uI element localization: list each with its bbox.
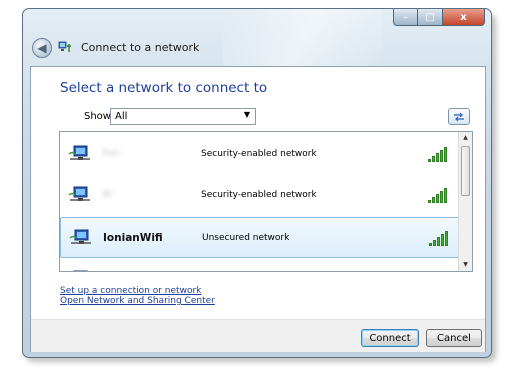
scroll-up-arrow-icon[interactable]: ▲ xyxy=(459,132,472,144)
signal-strength-icon xyxy=(428,147,447,162)
glass-highlight xyxy=(223,9,383,69)
network-sharing-center-link[interactable]: Open Network and Sharing Center xyxy=(60,296,215,306)
network-list: Pan Security-enabled network W Security-… xyxy=(59,131,473,272)
network-security: Security-enabled network xyxy=(201,190,317,200)
dialog-content: Select a network to connect to Show All … xyxy=(30,66,486,352)
scrollbar-thumb[interactable] xyxy=(461,146,470,196)
close-button[interactable]: x xyxy=(443,9,485,26)
network-row-selected[interactable]: IonianWifi Unsecured network xyxy=(60,217,459,258)
network-ssid: W xyxy=(102,189,112,200)
network-ssid: IonianWifi xyxy=(103,232,163,244)
network-list-scrollbar[interactable]: ▲ ▼ xyxy=(458,132,472,271)
caption-buttons: – □ x xyxy=(393,9,485,26)
maximize-button[interactable]: □ xyxy=(418,9,443,26)
refresh-icon xyxy=(454,112,464,121)
show-label: Show xyxy=(84,111,111,122)
wireless-network-icon xyxy=(69,229,91,244)
network-security: Security-enabled network xyxy=(201,149,317,159)
minimize-button[interactable]: – xyxy=(393,9,418,26)
refresh-button[interactable] xyxy=(448,108,470,125)
network-row[interactable]: W Security-enabled network xyxy=(60,175,459,216)
dialog-window: – □ x ◀ Connect to a network Select a ne… xyxy=(22,8,492,358)
show-filter-value: All xyxy=(115,111,128,122)
connect-button[interactable]: Connect xyxy=(361,329,419,347)
cancel-button[interactable]: Cancel xyxy=(426,329,482,347)
window-title: Connect to a network xyxy=(81,41,200,54)
chevron-down-icon: ▼ xyxy=(243,110,250,119)
page-title: Select a network to connect to xyxy=(60,80,268,96)
back-button[interactable]: ◀ xyxy=(32,38,52,58)
setup-connection-link[interactable]: Set up a connection or network xyxy=(60,286,201,296)
show-filter-select[interactable]: All ▼ xyxy=(110,108,256,125)
scroll-down-arrow-icon[interactable]: ▼ xyxy=(459,259,472,271)
network-row[interactable]: Pan Security-enabled network xyxy=(60,134,459,175)
network-row[interactable] xyxy=(60,259,459,271)
wireless-network-icon xyxy=(68,186,90,201)
network-connect-icon xyxy=(58,41,71,52)
dialog-footer: Connect Cancel xyxy=(31,319,485,352)
wireless-network-icon xyxy=(73,270,88,271)
signal-strength-icon xyxy=(429,231,448,246)
network-security: Unsecured network xyxy=(202,233,290,243)
signal-strength-icon xyxy=(428,188,447,203)
network-ssid: Pan xyxy=(102,148,121,159)
wireless-network-icon xyxy=(68,145,90,160)
